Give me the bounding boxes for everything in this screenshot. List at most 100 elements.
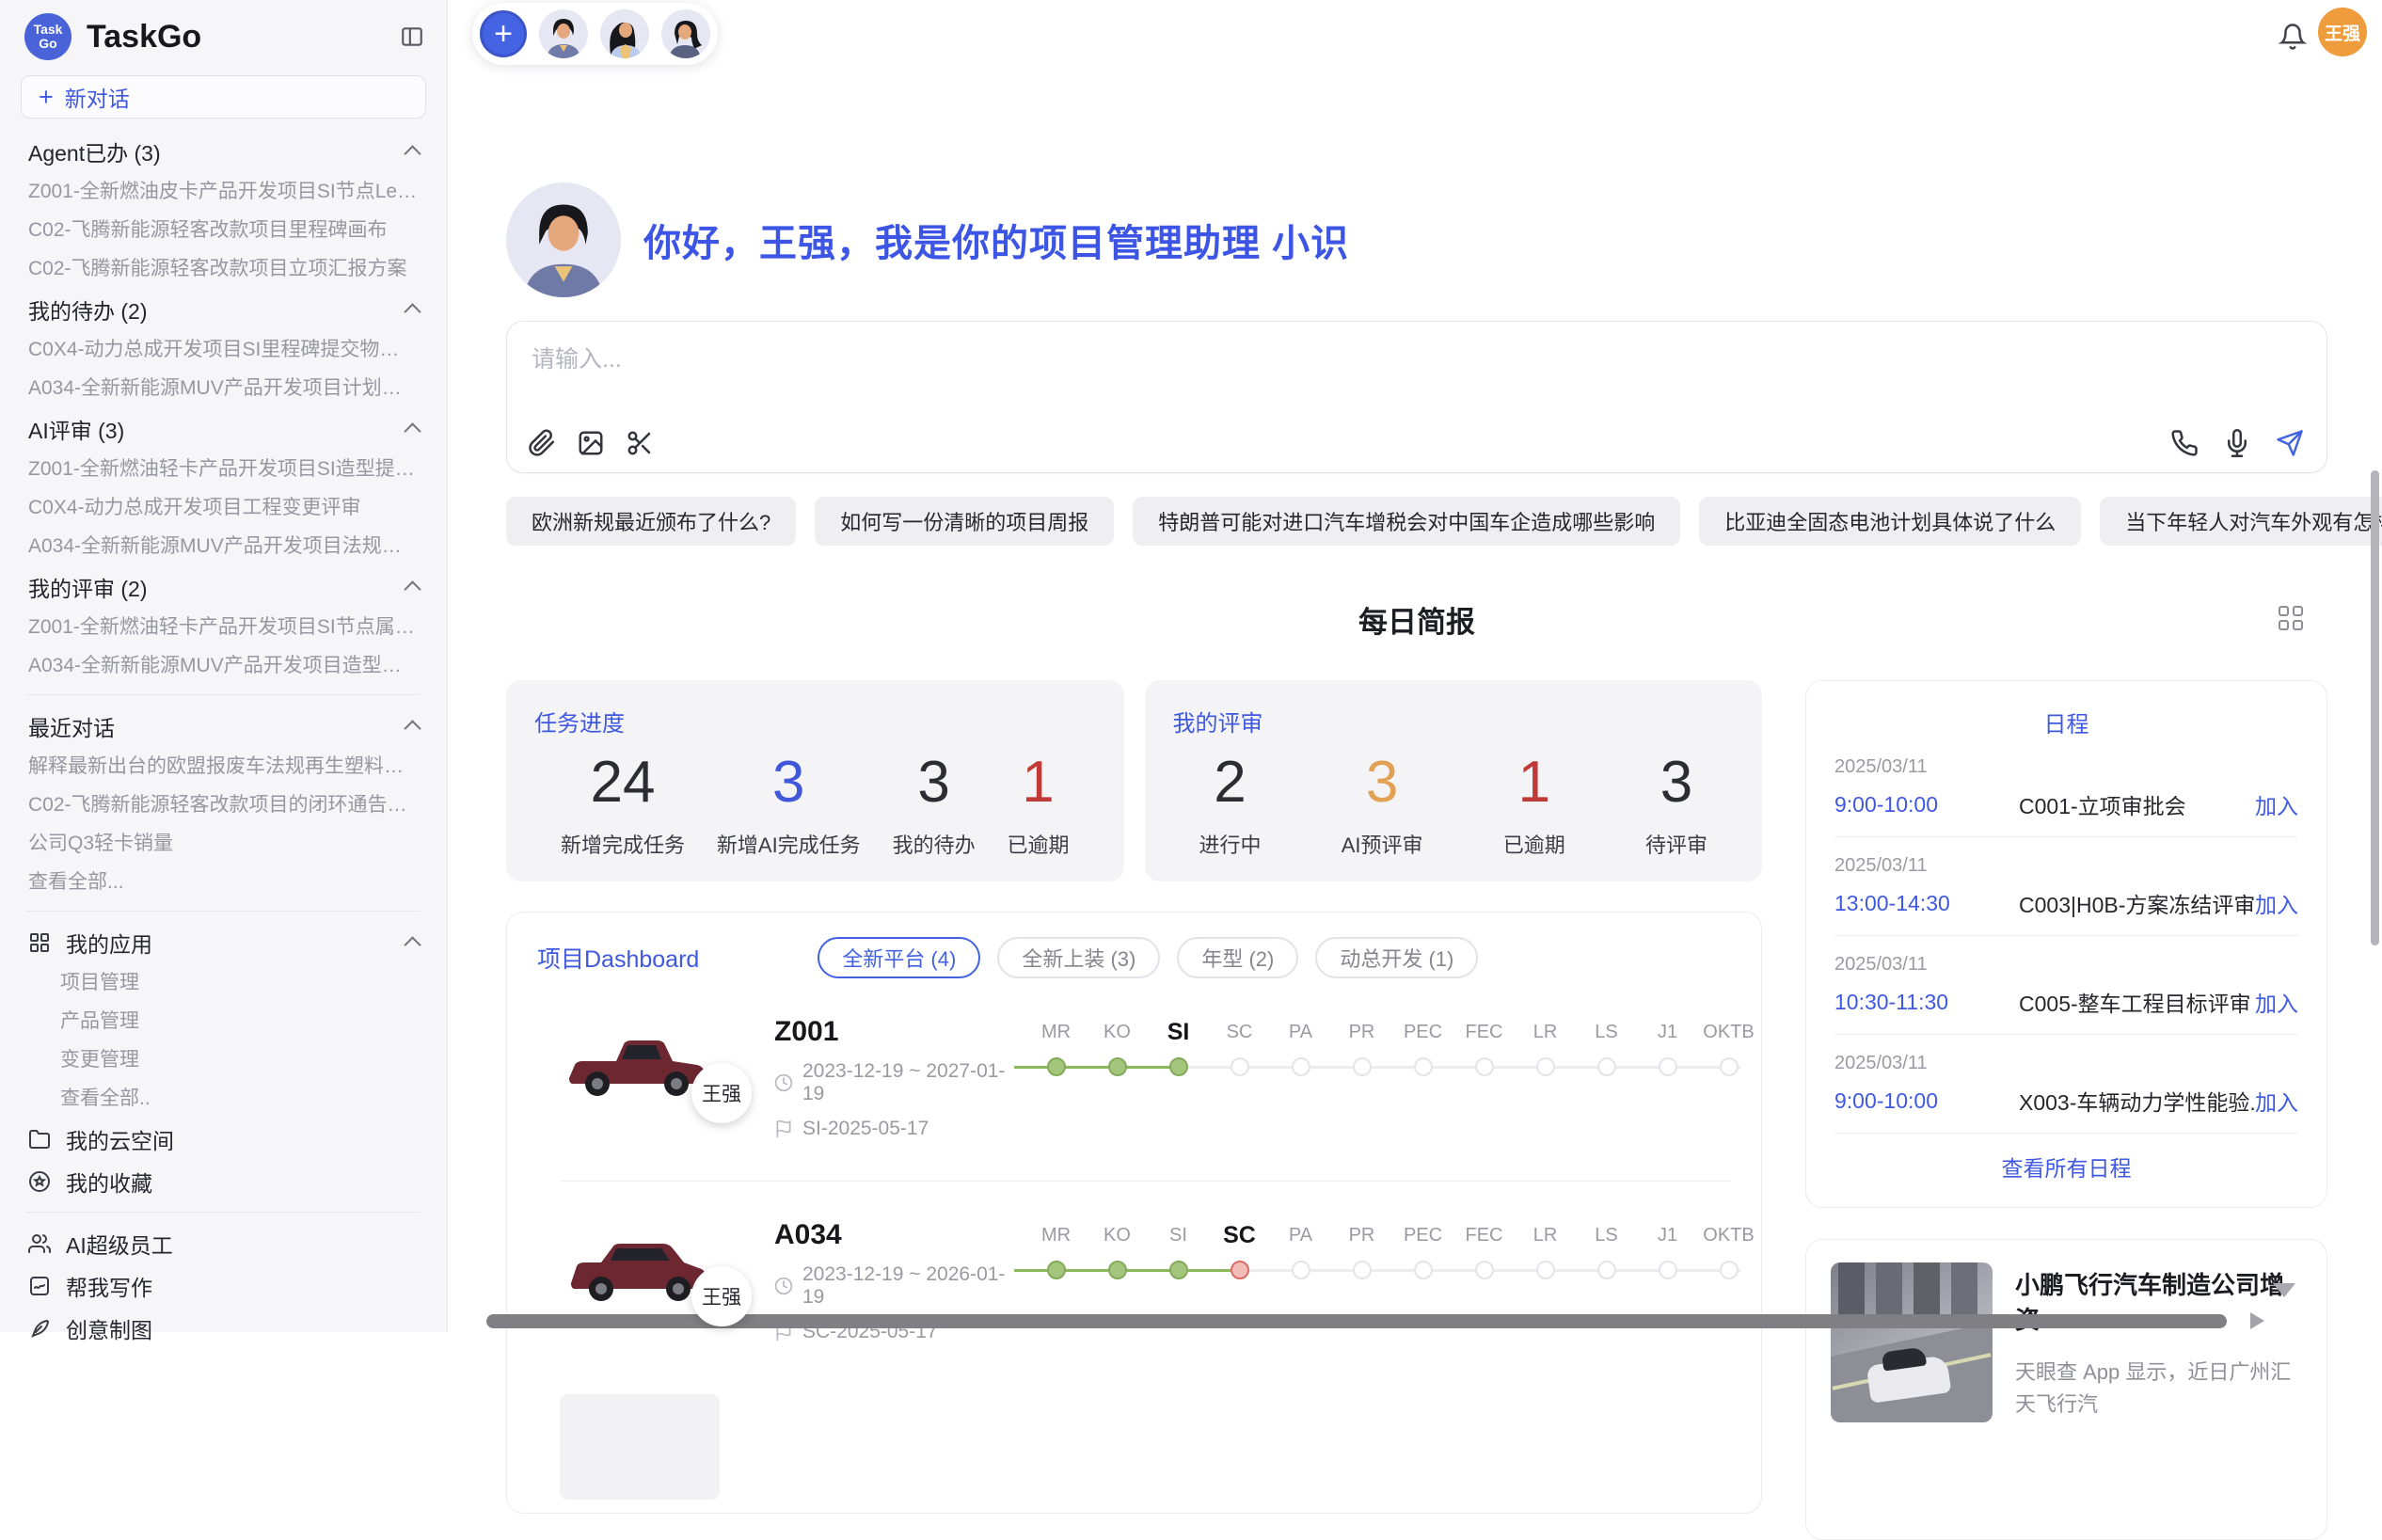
section-header-my-todo[interactable]: 我的待办 (2)	[0, 288, 447, 330]
milestone-label: MR	[1025, 1221, 1087, 1249]
view-all-chats-link[interactable]: 查看全部...	[0, 863, 447, 901]
input-actions	[2170, 429, 2304, 457]
milestone-timeline: MR KO SI SC PA PR PEC FEC LR LS J1	[1025, 1018, 1769, 1078]
app-item-project-mgmt[interactable]: 项目管理	[0, 963, 447, 1002]
stat-ai-prereview: 3 AI预评审	[1342, 749, 1423, 859]
tab-year-model[interactable]: 年型 (2)	[1177, 937, 1298, 978]
collapse-sidebar-icon[interactable]	[400, 24, 424, 49]
sidebar-item[interactable]: Z001-全新燃油轻卡产品开发项目SI节点属性5D文件评审	[0, 608, 447, 646]
sidebar-item[interactable]: Z001-全新燃油皮卡产品开发项目SI节点Lesson Learn报告	[0, 172, 447, 211]
divider	[26, 694, 421, 695]
sidebar-item-ai-super-staff[interactable]: AI超级员工	[0, 1222, 447, 1264]
join-link[interactable]: 加入	[2255, 986, 2298, 1018]
sidebar-item-creative-drawing[interactable]: 创意制图	[0, 1307, 447, 1349]
phone-call-icon[interactable]	[2170, 429, 2199, 457]
vertical-scrollbar-thumb[interactable]	[2371, 470, 2379, 945]
sidebar-item[interactable]: Z001-全新燃油轻卡产品开发项目SI造型提交物评审	[0, 450, 447, 488]
horizontal-scrollbar-thumb[interactable]	[486, 1314, 2227, 1328]
ai-super-staff-label: AI超级员工	[66, 1228, 419, 1260]
join-link[interactable]: 加入	[2255, 788, 2298, 820]
view-all-apps-link[interactable]: 查看全部..	[0, 1079, 447, 1118]
section-header-agent-done[interactable]: Agent已办 (3)	[0, 130, 447, 172]
milestone-dot	[1475, 1261, 1494, 1279]
suggestion-chip[interactable]: 当下年轻人对汽车外观有怎样的喜好趋势	[2100, 497, 2382, 546]
task-progress-card: 任务进度 24 新增完成任务 3 新增AI完成任务 3	[506, 680, 1124, 881]
chevron-up-icon	[404, 936, 421, 953]
project-dates: 2023-12-19 ~ 2026-01-19	[802, 1263, 1019, 1309]
schedule-item[interactable]: 2025/03/11 13:00-14:30 C003|H0B-方案冻结评审 加…	[1834, 837, 2298, 936]
project-row-z001[interactable]: 王强 Z001 2023-12-19 ~ 2027-01-19 SI-2025-…	[560, 1014, 1731, 1182]
users-icon	[28, 1232, 51, 1255]
section-header-recent-chats[interactable]: 最近对话	[0, 705, 447, 747]
join-link[interactable]: 加入	[2255, 887, 2298, 919]
image-icon[interactable]	[577, 429, 605, 457]
project-row-a034[interactable]: 王强 A034 2023-12-19 ~ 2026-01-19 SC-2025-…	[560, 1217, 1731, 1358]
schedule-item[interactable]: 2025/03/11 9:00-10:00 X003-车辆动力学性能验... 加…	[1834, 1035, 2298, 1134]
schedule-card: 日程 2025/03/11 9:00-10:00 C001-立项审批会 加入 2…	[1805, 680, 2327, 1208]
recent-chat-item[interactable]: C02-飞腾新能源轻客改款项目的闭环通告反馈情况	[0, 786, 447, 824]
milestone-label: KO	[1087, 1018, 1148, 1046]
divider	[26, 911, 421, 912]
tab-new-body[interactable]: 全新上装 (3)	[997, 937, 1160, 978]
quill-pen-icon	[28, 1317, 51, 1340]
sidebar-item[interactable]: C02-飞腾新能源轻客改款项目立项汇报方案	[0, 249, 447, 288]
scroll-down-arrow-icon[interactable]	[2273, 1283, 2295, 1297]
assistant-avatar	[506, 183, 621, 297]
chat-input-card[interactable]: 请输入...	[506, 321, 2327, 473]
cloud-space-label: 我的云空间	[66, 1123, 419, 1155]
milestone-label: LR	[1515, 1221, 1576, 1249]
sidebar-item[interactable]: A034-全新新能源MUV产品开发项目造型可行性评审	[0, 646, 447, 685]
news-card[interactable]: 小鹏飞行汽车制造公司增资 天眼查 App 显示，近日广州汇天飞行汽	[1805, 1239, 2327, 1540]
suggestion-chip[interactable]: 如何写一份清晰的项目周报	[815, 497, 1114, 546]
view-all-schedule-link[interactable]: 查看所有日程	[1834, 1134, 2298, 1199]
new-chat-button[interactable]: + 新对话	[21, 75, 426, 119]
schedule-item[interactable]: 2025/03/11 10:30-11:30 C005-整车工程目标评审 加入	[1834, 936, 2298, 1035]
sidebar-item-favorites[interactable]: 我的收藏	[0, 1160, 447, 1202]
sidebar-item[interactable]: A034-全新新能源MUV产品开发项目法规符合性评审	[0, 527, 447, 565]
suggestion-chip[interactable]: 比亚迪全固态电池计划具体说了什么	[1699, 497, 2081, 546]
sidebar-item[interactable]: C0X4-动力总成开发项目工程变更评审	[0, 488, 447, 527]
sidebar-item-help-writing[interactable]: 帮我写作	[0, 1264, 447, 1307]
recent-chat-item[interactable]: 公司Q3轻卡销量	[0, 824, 447, 863]
clock-icon	[774, 1073, 793, 1092]
sidebar-item[interactable]: A034-全新新能源MUV产品开发项目计划变更表编写	[0, 369, 447, 407]
app-item-change-mgmt[interactable]: 变更管理	[0, 1040, 447, 1079]
suggestion-chip[interactable]: 欧洲新规最近颁布了什么?	[506, 497, 796, 546]
project-row-partial[interactable]	[560, 1394, 1731, 1535]
project-dashboard-card: 项目Dashboard 全新平台 (4) 全新上装 (3) 年型 (2) 动总开…	[506, 912, 1762, 1514]
sidebar-item-my-apps[interactable]: 我的应用	[0, 921, 447, 963]
milestone-label: PA	[1270, 1018, 1331, 1046]
sidebar-item-cloud-space[interactable]: 我的云空间	[0, 1118, 447, 1160]
join-link[interactable]: 加入	[2255, 1085, 2298, 1117]
creative-drawing-label: 创意制图	[66, 1312, 419, 1344]
section-header-ai-review[interactable]: AI评审 (3)	[0, 407, 447, 450]
greeting-row: 你好，王强，我是你的项目管理助理 小识	[506, 183, 1349, 297]
project-owner-badge: 王强	[691, 1063, 752, 1123]
milestone-dot	[1292, 1057, 1310, 1076]
card-title: 任务进度	[534, 705, 1096, 738]
milestone-label: PR	[1331, 1221, 1392, 1249]
schedule-title: 日程	[1834, 706, 2298, 738]
layout-grid-icon[interactable]	[2279, 606, 2303, 630]
scissors-icon[interactable]	[626, 429, 654, 457]
sidebar-item[interactable]: C0X4-动力总成开发项目SI里程碑提交物检查	[0, 330, 447, 369]
grid-icon	[28, 931, 51, 954]
scroll-right-arrow-icon[interactable]	[2250, 1312, 2264, 1329]
app-item-product-mgmt[interactable]: 产品管理	[0, 1002, 447, 1040]
milestone-dot	[1353, 1261, 1372, 1279]
sidebar-item[interactable]: C02-飞腾新能源轻客改款项目里程碑画布	[0, 211, 447, 249]
tab-new-platform[interactable]: 全新平台 (4)	[818, 937, 980, 978]
paperclip-icon[interactable]	[528, 429, 556, 457]
schedule-item[interactable]: 2025/03/11 9:00-10:00 C001-立项审批会 加入	[1834, 738, 2298, 837]
section-header-my-review[interactable]: 我的评审 (2)	[0, 565, 447, 608]
stat-new-ai-done: 3 新增AI完成任务	[717, 749, 861, 859]
sidebar: Task Go TaskGo + 新对话 Agent已办 (3) Z001-全新…	[0, 0, 448, 1332]
section-title: Agent已办 (3)	[28, 135, 161, 167]
tab-powertrain[interactable]: 动总开发 (1)	[1315, 937, 1478, 978]
recent-chat-item[interactable]: 解释最新出台的欧盟报废车法规再生塑料比例被调至15%...	[0, 747, 447, 786]
main-content: 你好，王强，我是你的项目管理助理 小识 请输入...	[506, 0, 2327, 1332]
send-icon[interactable]	[2276, 429, 2304, 457]
milestone-dot	[1720, 1057, 1739, 1076]
suggestion-chip[interactable]: 特朗普可能对进口汽车增税会对中国车企造成哪些影响	[1133, 497, 1680, 546]
microphone-icon[interactable]	[2223, 429, 2251, 457]
